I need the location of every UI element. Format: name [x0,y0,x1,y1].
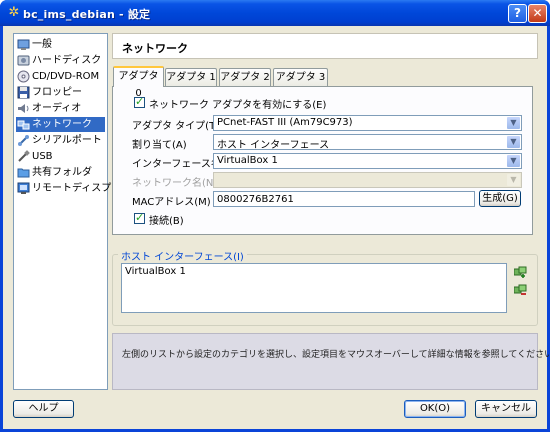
cable-connected-checkbox[interactable] [134,211,145,224]
sidebar-item-label: ネットワーク [32,119,92,130]
gear-icon: ✲ [8,5,20,20]
dialog-body: 一般 ハードディスク CD/DVD-ROM フロッピー オーディオ ネットワーク [3,26,550,429]
info-panel: 左側のリストから設定のカテゴリを選択し、設定項目をマウスオーバーして詳細な情報を… [112,333,550,390]
mac-address-field[interactable] [213,191,475,207]
usb-icon [18,150,30,162]
chevron-down-icon: ▼ [507,174,520,186]
shared-folder-icon [17,168,30,178]
sidebar-item-hard-disk[interactable]: ハードディスク [16,53,105,68]
sidebar-item-shared-folders[interactable]: 共有フォルダ [16,165,105,180]
remove-interface-icon[interactable] [514,284,528,296]
adapter-type-value: PCnet-FAST III (Am79C973) [217,117,353,128]
sidebar-item-serial-port[interactable]: シリアルポート [16,133,105,148]
sidebar-item-general[interactable]: 一般 [16,37,105,52]
sidebar-item-network[interactable]: ネットワーク [16,117,105,132]
info-text: 左側のリストから設定のカテゴリを選択し、設定項目をマウスオーバーして詳細な情報を… [122,350,550,360]
chevron-down-icon[interactable]: ▼ [507,155,520,167]
sidebar-item-usb[interactable]: USB [16,149,105,164]
sidebar-item-label: 共有フォルダ [32,167,92,178]
cable-connected-label[interactable]: 接続(B) [149,212,184,227]
attached-to-value: ホスト インターフェース [217,140,330,151]
host-interfaces-list[interactable]: VirtualBox 1 [121,263,507,313]
sidebar-item-cd-dvd[interactable]: CD/DVD-ROM [16,69,105,84]
tab-adapter-1[interactable]: アダプタ 1 [165,68,217,86]
network-name-label: ネットワーク名(N) [132,178,218,189]
cd-dvd-icon [17,70,30,83]
attached-to-label: 割り当て(A) [132,140,187,151]
adapter-type-label: アダプタ タイプ(T) [132,121,220,132]
remote-display-icon [17,182,30,194]
tab-adapter-0[interactable]: アダプタ 0 [113,66,164,99]
interface-name-select[interactable]: VirtualBox 1 ▼ [213,153,522,169]
interface-name-value: VirtualBox 1 [217,155,278,166]
add-interface-icon[interactable] [514,266,528,278]
chevron-down-icon[interactable]: ▼ [507,117,520,129]
window-title: bc_ims_debian - 設定 [23,8,151,21]
chevron-down-icon[interactable]: ▼ [507,136,520,148]
sidebar-item-label: 一般 [32,39,52,50]
help-button[interactable]: ヘルプ [13,400,74,418]
tab-adapter-2[interactable]: アダプタ 2 [219,68,271,86]
sidebar-item-label: オーディオ [32,103,82,114]
list-item[interactable]: VirtualBox 1 [125,266,186,277]
settings-window: ✲ bc_ims_debian - 設定 ? ✕ 一般 ハードディスク CD/D… [0,0,550,432]
adapter-type-select[interactable]: PCnet-FAST III (Am79C973) ▼ [213,115,522,131]
audio-icon [18,104,29,113]
sidebar-item-audio[interactable]: オーディオ [16,101,105,116]
sidebar-item-label: シリアルポート [32,135,102,146]
title-bar[interactable]: ✲ bc_ims_debian - 設定 ? ✕ [0,0,550,26]
floppy-icon [17,86,30,99]
sidebar-item-remote-display[interactable]: リモートディスプレイ [16,181,131,196]
mac-address-label: MACアドレス(M) [132,197,211,208]
generate-mac-button[interactable]: 生成(G) [479,190,521,207]
general-icon [17,39,30,50]
host-interfaces-title: ホスト インターフェース(I) [118,248,247,263]
network-icon [17,120,30,130]
network-name-select: ▼ [213,172,522,188]
page-header: ネットワーク [112,33,538,59]
tab-adapter-3[interactable]: アダプタ 3 [273,68,328,86]
mac-address-input[interactable] [214,192,474,206]
sidebar-item-label: ハードディスク [32,55,102,66]
help-titlebar-button[interactable]: ? [508,4,527,23]
sidebar-item-label: CD/DVD-ROM [32,71,100,82]
sidebar-item-label: USB [32,151,53,162]
ok-button[interactable]: OK(O) [404,400,466,418]
sidebar-item-floppy[interactable]: フロッピー [16,85,105,100]
enable-adapter-label[interactable]: ネットワーク アダプタを有効にする(E) [149,96,326,111]
hard-disk-icon [17,55,30,66]
category-list[interactable]: 一般 ハードディスク CD/DVD-ROM フロッピー オーディオ ネットワーク [13,33,131,390]
serial-port-icon [18,135,29,146]
attached-to-select[interactable]: ホスト インターフェース ▼ [213,134,522,151]
sidebar-item-label: フロッピー [32,87,82,98]
cancel-button[interactable]: キャンセル [475,400,537,418]
close-button[interactable]: ✕ [528,4,547,23]
page-title: ネットワーク [122,42,188,55]
